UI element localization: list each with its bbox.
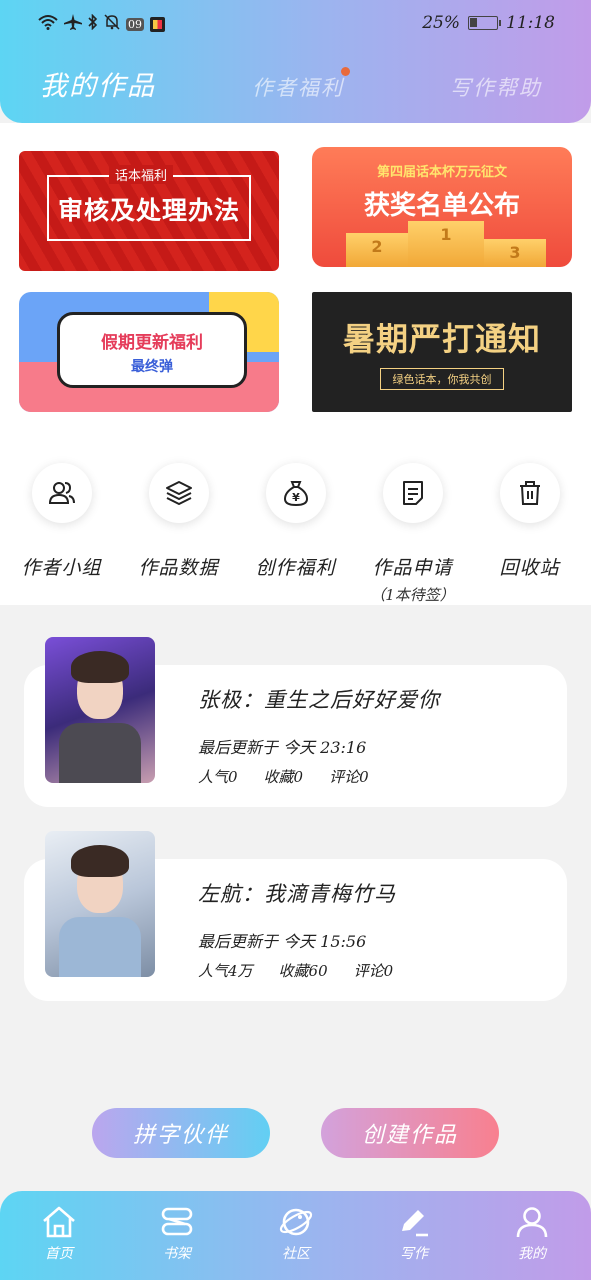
battery-icon (468, 16, 501, 30)
nav-label: 首页 (45, 1246, 73, 1262)
banner-review-policy[interactable]: 话本福利 审核及处理办法 (19, 151, 279, 271)
clock: 11:18 (506, 13, 555, 33)
nav-label: 写作 (400, 1246, 428, 1262)
status-right: 25% 11:18 (422, 13, 555, 33)
shortcut-creation-benefits[interactable]: ¥ 创作福利 (237, 463, 354, 580)
airplane-icon (64, 14, 82, 34)
bottom-navigation: 首页 书架 社区 写作 我的 (0, 1191, 591, 1280)
nav-home[interactable]: 首页 (19, 1205, 99, 1263)
cover-figure (59, 917, 141, 977)
work-last-updated: 最后更新于 今天 15:56 (198, 932, 367, 951)
shortcut-label: 作者小组 (21, 557, 102, 579)
shortcut-label: 创作福利 (255, 557, 336, 579)
work-stats: 人气0 收藏0 评论0 (198, 766, 369, 787)
banner-subtitle: 最终弹 (131, 359, 173, 375)
battery-percent: 25% (422, 13, 460, 33)
work-favorites: 收藏0 (263, 768, 304, 786)
work-popularity: 人气4万 (198, 962, 253, 980)
cover-figure (71, 651, 129, 683)
shortcut-recycle-bin[interactable]: 回收站 (471, 463, 588, 580)
work-last-updated: 最后更新于 今天 23:16 (198, 738, 367, 757)
shortcut-label: 作品数据 (138, 557, 219, 579)
shortcut-work-application[interactable]: 作品申请 （1本待签） (354, 463, 471, 605)
app-icon (150, 16, 165, 32)
planet-icon (279, 1208, 313, 1236)
podium-second: 2 (346, 233, 408, 267)
tab-author-benefits[interactable]: 作者福利 (252, 72, 344, 102)
work-cover-image[interactable] (45, 831, 155, 977)
layers-icon (148, 463, 209, 523)
banner-title: 暑期严打通知 (342, 320, 541, 358)
users-icon (31, 463, 92, 523)
banner-subtitle: 第四届话本杯万元征文 (376, 165, 507, 180)
home-icon (43, 1206, 75, 1238)
writing-partner-button[interactable]: 拼字伙伴 (92, 1108, 270, 1158)
banner-title: 获奖名单公布 (363, 191, 520, 221)
status-bar: 09 25% 11:18 (0, 12, 591, 38)
banner-holiday-update[interactable]: 假期更新福利 最终弹 (19, 292, 279, 412)
work-stats: 人气4万 收藏60 评论0 (198, 960, 393, 981)
banner-award-list[interactable]: 第四届话本杯万元征文 获奖名单公布 2 1 3 (312, 147, 572, 267)
nav-label: 书架 (163, 1246, 191, 1262)
banner-panel: 话本福利 审核及处理办法 第四届话本杯万元征文 获奖名单公布 2 1 3 假期更… (0, 123, 591, 605)
work-cover-image[interactable] (45, 637, 155, 783)
pen-icon (402, 1210, 428, 1237)
banner-tag: 话本福利 (109, 165, 174, 184)
podium-first: 1 (408, 221, 484, 267)
document-icon (382, 463, 443, 523)
banner-title: 假期更新福利 (101, 333, 203, 353)
work-favorites: 收藏60 (278, 962, 328, 980)
bookshelf-icon (161, 1207, 193, 1236)
work-title[interactable]: 左航：我滴青梅竹马 (198, 878, 396, 908)
shortcut-label: 回收站 (499, 557, 560, 579)
top-header: 09 25% 11:18 我的作品 作者福利 写作帮助 (0, 0, 591, 123)
tab-my-works[interactable]: 我的作品 (40, 64, 156, 103)
top-tabs: 我的作品 作者福利 写作帮助 (0, 62, 591, 102)
nav-label: 我的 (518, 1246, 546, 1262)
nav-write[interactable]: 写作 (374, 1205, 454, 1263)
notification-badge: 09 (126, 17, 144, 31)
nav-bookshelf[interactable]: 书架 (137, 1205, 217, 1263)
trash-icon (499, 463, 560, 523)
mute-bell-icon (104, 14, 120, 34)
shortcut-work-data[interactable]: 作品数据 (120, 463, 237, 580)
shortcut-label: 作品申请 (372, 557, 453, 579)
bluetooth-icon (88, 13, 98, 34)
pending-sign-note: （1本待签） (370, 586, 455, 604)
nav-label: 社区 (282, 1246, 310, 1262)
create-work-button[interactable]: 创建作品 (321, 1108, 499, 1158)
status-icons: 09 (38, 13, 165, 34)
profile-icon (516, 1207, 548, 1238)
banner-summer-notice[interactable]: 暑期严打通知 绿色话本，你我共创 (312, 292, 572, 412)
tab-writing-help[interactable]: 写作帮助 (450, 72, 542, 102)
shortcut-author-group[interactable]: 作者小组 (3, 463, 120, 580)
work-popularity: 人气0 (198, 768, 238, 786)
work-title[interactable]: 张极：重生之后好好爱你 (198, 684, 440, 714)
svg-text:¥: ¥ (292, 491, 300, 504)
podium-third: 3 (484, 239, 546, 267)
banner-subtitle: 绿色话本，你我共创 (380, 368, 504, 390)
wifi-icon (38, 14, 58, 34)
banner-title: 审核及处理办法 (57, 196, 240, 225)
cover-figure (59, 723, 141, 783)
nav-profile[interactable]: 我的 (492, 1205, 572, 1263)
work-comments: 评论0 (329, 768, 369, 786)
work-comments: 评论0 (353, 962, 394, 980)
money-bag-icon: ¥ (265, 463, 326, 523)
nav-community[interactable]: 社区 (256, 1205, 336, 1263)
cover-figure (71, 845, 129, 877)
notification-dot (341, 67, 350, 76)
